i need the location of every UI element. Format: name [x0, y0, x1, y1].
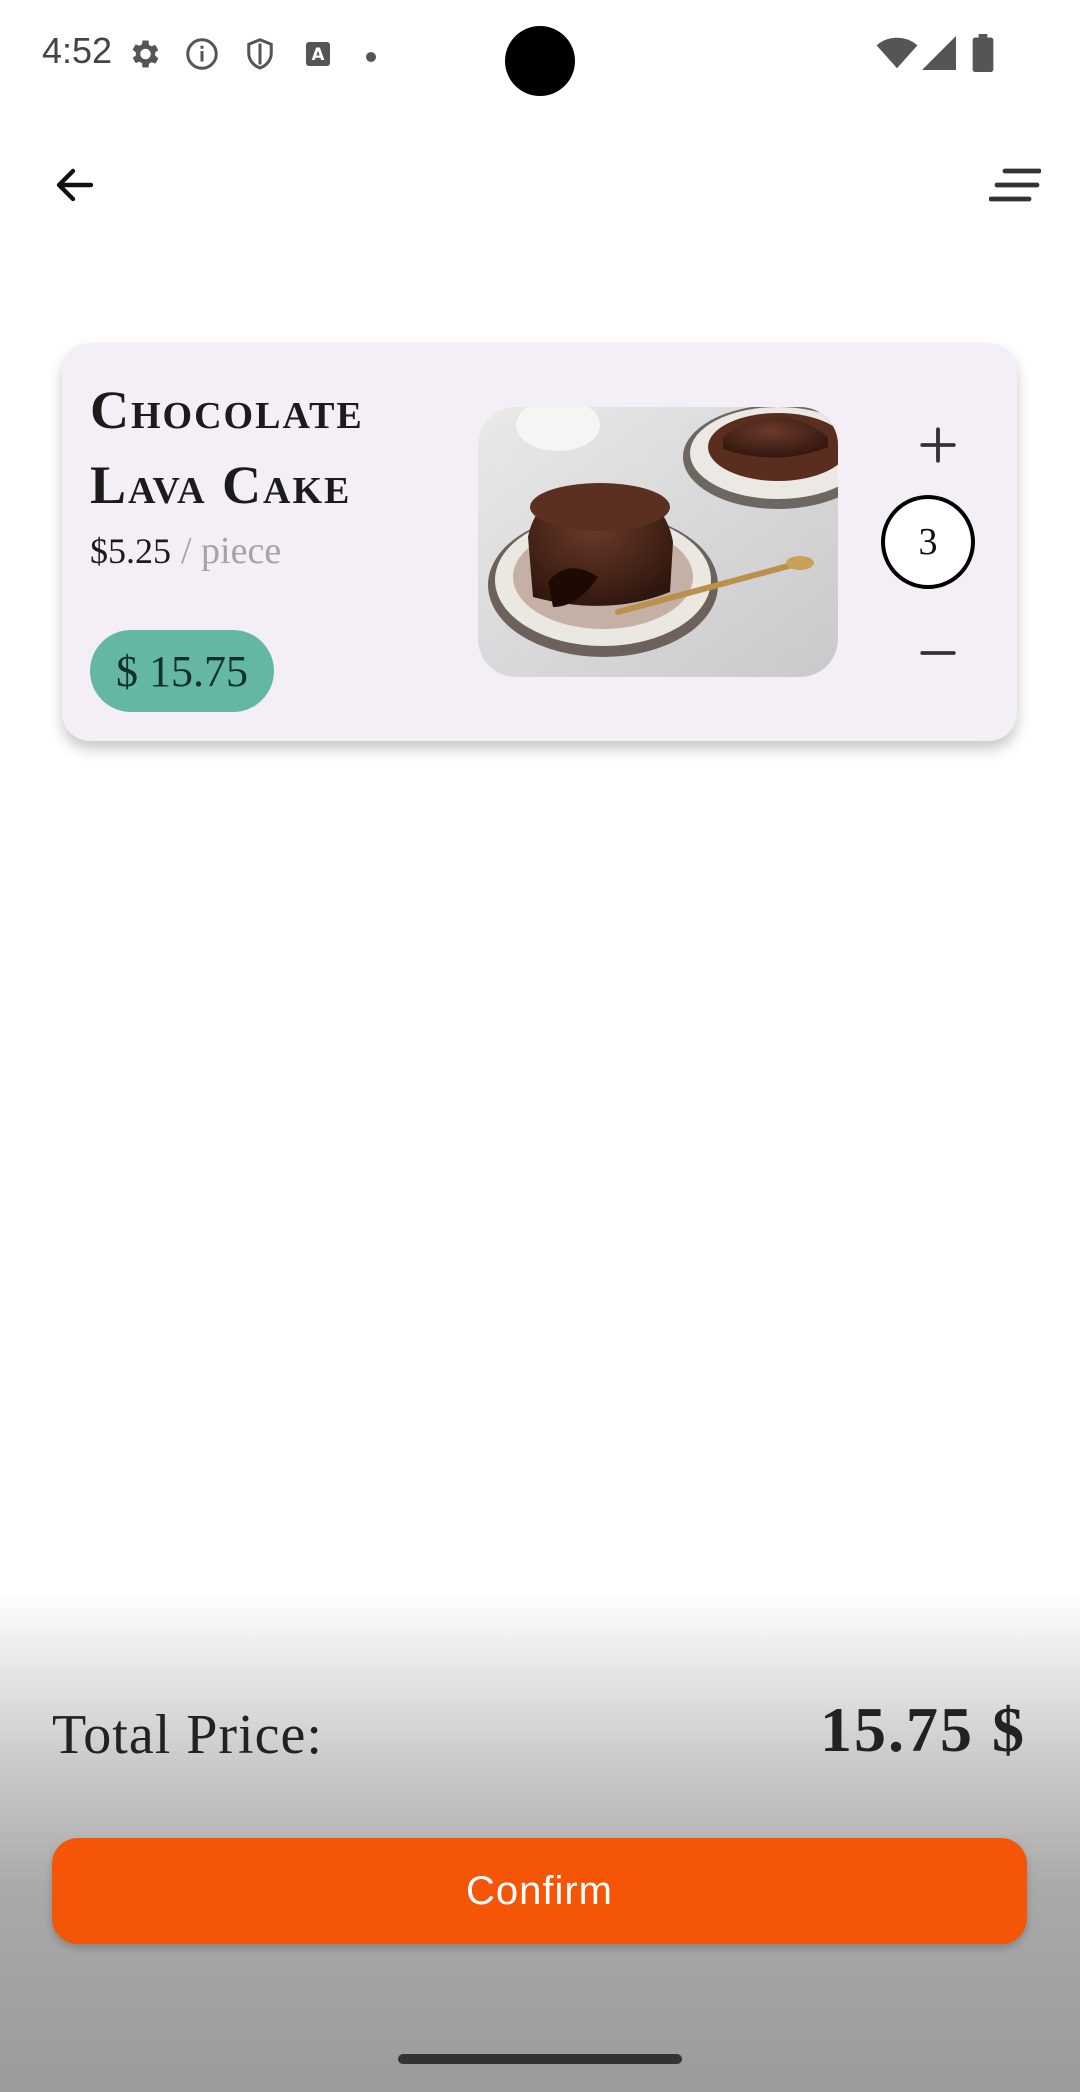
cell-signal-icon	[922, 36, 956, 75]
plus-icon	[920, 427, 956, 463]
checkout-panel: Total Price: 15.75 $ Confirm	[0, 1590, 1080, 2092]
item-name-line1: Chocolate	[90, 380, 364, 440]
total-price-label: Total Price:	[52, 1704, 323, 1766]
item-name: Chocolate Lava Cake	[90, 373, 470, 523]
subtotal-badge: $ 15.75	[90, 630, 274, 712]
info-icon	[184, 36, 220, 77]
unit-price-row: $5.25/ piece	[90, 529, 281, 573]
menu-button[interactable]	[980, 150, 1050, 220]
confirm-label: Confirm	[465, 1868, 614, 1913]
arrow-left-icon	[56, 168, 94, 202]
confirm-button[interactable]: Confirm	[52, 1838, 1027, 1944]
text-box-icon: A	[300, 36, 336, 77]
cart-item-card[interactable]: Chocolate Lava Cake $5.25/ piece $ 15.75	[62, 343, 1017, 741]
status-time: 4:52	[42, 30, 113, 71]
chocolate-lava-cake-photo	[478, 407, 838, 677]
home-indicator[interactable]	[398, 2054, 682, 2064]
dot-icon	[366, 49, 376, 67]
unit-label: / piece	[181, 530, 282, 572]
back-button[interactable]	[40, 150, 110, 220]
gear-icon	[126, 36, 162, 77]
sort-lines-icon	[989, 168, 1041, 202]
quantity-counter: 3	[881, 495, 975, 589]
quantity-value: 3	[918, 521, 938, 563]
item-name-line2: Lava Cake	[90, 455, 352, 515]
minus-icon	[920, 651, 956, 655]
increase-quantity-button[interactable]	[898, 405, 978, 485]
decrease-quantity-button[interactable]	[898, 613, 978, 693]
status-bar: 4:52 A	[0, 0, 1080, 110]
unit-price: $5.25	[90, 531, 171, 571]
total-price-value: 15.75 $	[820, 1694, 1026, 1765]
shield-icon	[242, 36, 278, 77]
wifi-icon	[876, 36, 918, 75]
item-image	[478, 407, 838, 677]
battery-icon	[972, 34, 994, 77]
svg-text:A: A	[312, 45, 325, 64]
subtotal-value: $ 15.75	[116, 646, 248, 696]
camera-cutout	[505, 26, 575, 96]
